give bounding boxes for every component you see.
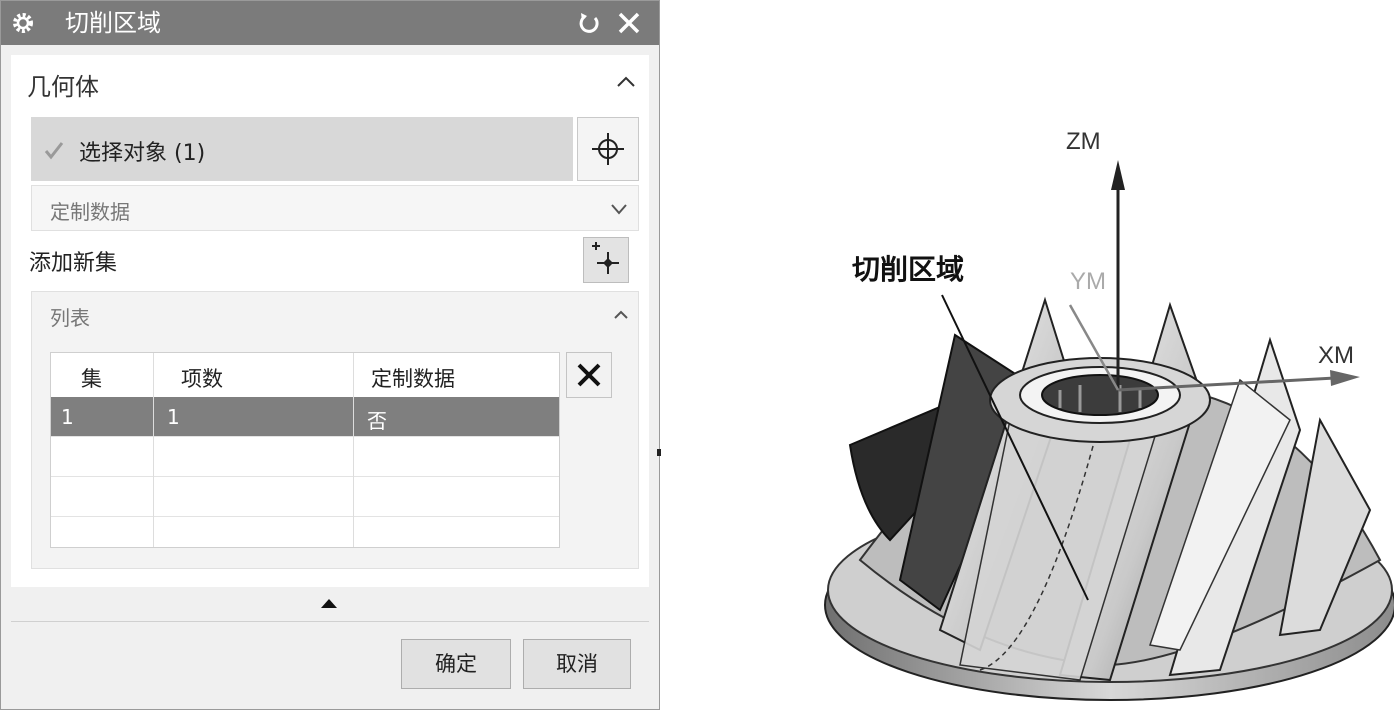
- table-header-count[interactable]: 项数: [181, 363, 223, 393]
- table-cell: 1: [167, 405, 180, 429]
- select-object-button[interactable]: [577, 117, 639, 181]
- add-set-icon: [592, 242, 619, 274]
- select-object-label: 选择对象 (1): [79, 141, 206, 166]
- axis-label-y: YM: [1070, 268, 1106, 295]
- delete-set-button[interactable]: [566, 352, 612, 398]
- add-new-set-button[interactable]: [583, 237, 629, 283]
- collapse-triangle-icon: [321, 599, 337, 608]
- cut-area-dialog: 切削区域 几何体 选择对象 (1) 定制数据 添加新集 列表 集 项数 定制数据…: [0, 0, 660, 710]
- table-row-empty: [51, 437, 559, 477]
- model-viewport[interactable]: [680, 90, 1394, 717]
- coordinate-axes: [1068, 160, 1360, 392]
- table-row-empty: [51, 517, 559, 557]
- chevron-up-icon[interactable]: [610, 304, 632, 326]
- table-row[interactable]: 1 1 否: [51, 397, 559, 437]
- collapse-more-toggle[interactable]: [11, 593, 649, 619]
- select-object-row[interactable]: 选择对象 (1): [31, 117, 573, 181]
- table-cell: 1: [61, 405, 74, 429]
- delete-icon: [577, 363, 601, 387]
- geometry-panel: 几何体 选择对象 (1) 定制数据 添加新集 列表 集 项数 定制数据 1 1 …: [11, 55, 649, 587]
- close-icon[interactable]: [615, 9, 643, 37]
- custom-data-label: 定制数据: [50, 200, 130, 224]
- checkmark-icon: [44, 142, 64, 160]
- table-cell: 否: [367, 409, 387, 433]
- stray-mark: [657, 449, 661, 456]
- table-header-set[interactable]: 集: [81, 363, 102, 393]
- ok-button[interactable]: 确定: [401, 639, 511, 689]
- custom-data-row[interactable]: 定制数据: [31, 185, 639, 231]
- axis-label-z: ZM: [1066, 128, 1101, 155]
- set-table: 集 项数 定制数据 1 1 否: [50, 352, 560, 548]
- table-row-empty: [51, 477, 559, 517]
- table-header: 集 项数 定制数据: [51, 353, 559, 398]
- divider: [11, 621, 649, 622]
- dialog-title: 切削区域: [65, 9, 161, 37]
- column-divider: [153, 353, 154, 547]
- list-section: 列表 集 项数 定制数据 1 1 否: [31, 291, 639, 569]
- dialog-titlebar: 切削区域: [1, 1, 659, 45]
- list-section-title: 列表: [50, 306, 90, 330]
- axis-label-x: XM: [1318, 342, 1354, 369]
- callout-label: 切削区域: [852, 253, 965, 286]
- crosshair-icon: [592, 133, 624, 165]
- reset-icon[interactable]: [575, 9, 603, 37]
- cancel-button[interactable]: 取消: [523, 639, 631, 689]
- chevron-up-icon[interactable]: [615, 71, 637, 93]
- geometry-section-title: 几何体: [27, 73, 99, 101]
- chevron-down-icon[interactable]: [608, 198, 630, 220]
- add-new-set-label: 添加新集: [29, 251, 118, 276]
- table-header-custom-data[interactable]: 定制数据: [371, 363, 455, 393]
- column-divider: [353, 353, 354, 547]
- impeller-model: [824, 296, 1394, 701]
- gear-icon: [13, 13, 33, 33]
